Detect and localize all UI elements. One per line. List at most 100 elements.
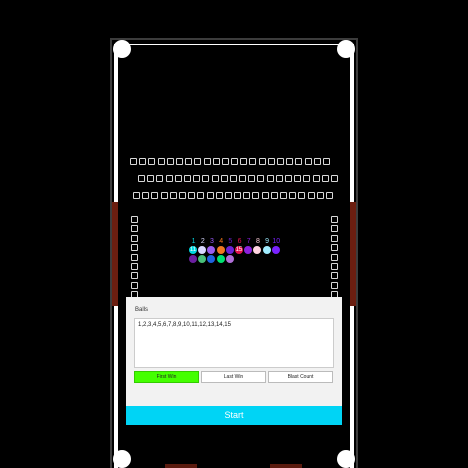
left-column-slot [131,244,138,252]
row-3-slot [206,192,214,199]
row-1-slot [175,158,183,165]
row-3-slot [142,192,150,199]
right-column-slot [331,216,338,223]
row-2-slot [193,175,201,182]
row-1-slot [212,158,220,165]
slot-column-right [331,216,338,299]
row-2-slot [312,175,320,182]
slot-row-3 [133,192,333,199]
ball [225,246,234,254]
right-column-slot [331,253,338,261]
corner-pocket-top-left [113,40,131,58]
row-2-slot [211,175,219,182]
row-3-slot [298,192,306,199]
row-1-slot [286,158,294,165]
right-column-slot [331,234,338,242]
row-3-slot [197,192,205,199]
ball-number-label: 3 [210,238,214,245]
ball [207,246,216,254]
first-win-button[interactable]: First Win [134,371,199,383]
ball [244,246,253,254]
ball [207,255,216,263]
row-3-slot [234,192,242,199]
ball-number-label: 4 [219,238,224,245]
row-1-slot [157,158,165,165]
blast-count-button[interactable]: Blast Count [268,371,333,383]
ball-number-label: 6 [237,238,242,245]
row-3-slot [133,192,140,199]
left-column-slot [131,234,138,242]
right-column-slot [331,262,338,270]
ball: 15 [234,246,243,254]
left-column-slot [131,216,138,223]
right-column-slot [331,272,338,280]
row-2-slot [165,175,173,182]
row-1-slot [313,158,321,165]
row-1-slot [277,158,284,165]
row-1-slot [194,158,202,165]
ball-number-label: 1 [191,238,196,245]
balls-input[interactable]: 1,2,3,4,5,6,7,8,9,10,11,12,13,14,15 [134,318,334,368]
row-2-slot [183,175,191,182]
right-column-slot [331,281,338,289]
row-3-slot [243,192,251,199]
row-2-slot [257,175,265,182]
corner-pocket-bottom-right [337,450,355,468]
row-3-slot [215,192,223,199]
ball-number-label: 8 [255,238,260,245]
row-3-slot [252,192,260,199]
ball [198,246,207,254]
row-1-slot [304,158,312,165]
ball-number-label: 7 [246,238,251,245]
ball [216,255,225,263]
row-1-slot [203,158,211,165]
row-2-slot [275,175,283,182]
row-3-slot [280,192,287,199]
row-2-slot [220,175,228,182]
row-1-slot [221,158,229,165]
ball-row-1: 11 15 [189,246,281,254]
row-1-slot [240,158,248,165]
row-1-slot [185,158,193,165]
last-win-button[interactable]: Last Win [201,371,266,383]
row-1-slot [130,158,137,165]
row-3-slot [151,192,159,199]
row-3-slot [169,192,177,199]
right-column-slot [331,244,338,252]
left-column-slot [131,272,138,280]
row-1-slot [258,158,266,165]
ball-tag: 11 [189,247,197,253]
row-3-slot [289,192,297,199]
row-3-slot [178,192,186,199]
ball [225,255,234,263]
ball-number-label: 10 [272,238,281,245]
ball-number-label: 9 [265,238,270,245]
row-1-slot [295,158,303,165]
bottom-rail-stripe-right [270,464,302,468]
ball-tag: 15 [235,247,243,253]
right-rail-stripe [350,202,356,306]
row-2-slot [294,175,302,182]
row-1-slot [231,158,239,165]
ball [271,246,280,254]
corner-pocket-top-right [337,40,355,58]
ball [262,246,271,254]
start-button[interactable]: Start [126,406,342,425]
ball [253,246,262,254]
row-2-slot [229,175,237,182]
ball-number-label: 2 [200,238,205,245]
row-2-slot [330,175,338,182]
left-column-slot [131,262,138,270]
slot-row-1 [130,158,330,165]
row-3-slot [307,192,315,199]
row-2-slot [156,175,164,182]
row-3-slot [325,192,333,199]
row-1-slot [139,158,147,165]
ball-row-2 [189,255,235,263]
row-3-slot [188,192,196,199]
ball: 11 [189,246,197,254]
left-column-slot [131,281,138,289]
row-2-slot [321,175,329,182]
ball-number-row: 1 2 3 4 5 6 7 8 9 10 [189,238,281,246]
row-2-slot [147,175,155,182]
